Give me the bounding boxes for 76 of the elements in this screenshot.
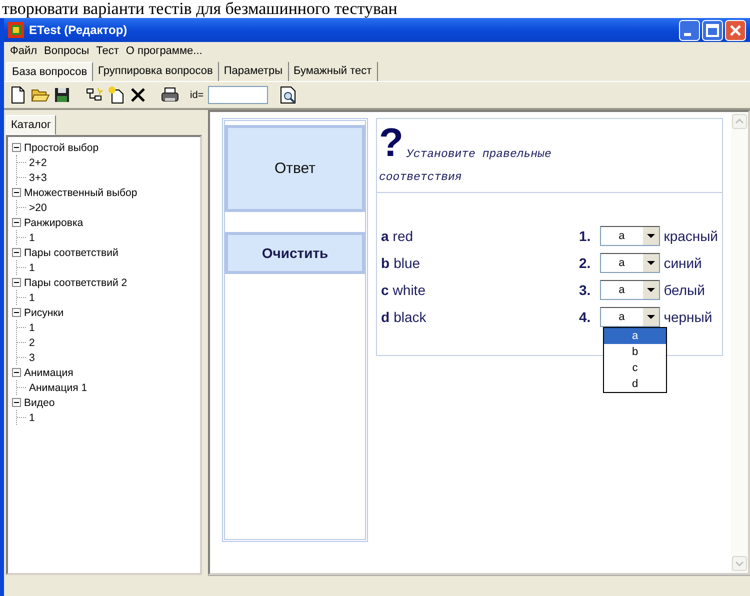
tree-item[interactable]: 1 [29,292,35,304]
tree-item[interactable]: Анимация 1 [29,382,88,394]
window-title: ETest (Редактор) [29,23,128,37]
document-caption: творювати варіанти тестів для безмашинного тестуван [1,0,398,18]
tab[interactable]: База вопросов [6,62,94,81]
tree-item[interactable]: >20 [29,202,47,214]
maximize-icon[interactable] [702,20,723,40]
tree-item[interactable]: Анимация [24,366,74,378]
id-field[interactable] [208,86,268,104]
tree-item[interactable]: 1 [29,262,35,274]
tree-item[interactable]: 1 [29,322,35,334]
option-letter: d [381,309,390,325]
menu-item[interactable]: Файл [10,45,38,57]
match-word: синий [664,255,702,271]
new-item-icon[interactable] [106,85,126,105]
answer-button[interactable]: Ответ [225,125,365,212]
answer-dropdown[interactable]: a [600,226,660,246]
match-word: белый [664,282,705,298]
tree-item[interactable]: Ранжировка [24,216,84,228]
match-number: 4. [579,309,591,325]
match-number: 1. [579,228,591,244]
tree-item[interactable]: Рисунки [24,306,64,318]
option-letter: a [381,228,389,244]
catalog-tab[interactable]: Каталог [6,115,56,135]
match-word: красный [664,228,718,244]
tree-item[interactable]: 2+2 [29,156,47,168]
menu-item[interactable]: Тест [96,45,119,57]
question-mark: ? [379,125,404,161]
tree-item[interactable]: Простой выбор [24,142,99,154]
tree-item[interactable]: 1 [29,232,35,244]
option-letter: c [381,282,389,298]
tree-item[interactable]: 3 [29,352,35,364]
dropdown-option[interactable]: d [604,376,666,392]
close-icon[interactable] [725,20,746,40]
collapse-icon[interactable] [12,398,21,407]
tab[interactable]: Параметры [218,62,288,81]
option-word: blue [394,255,420,271]
match-word: черный [664,309,712,325]
id-label: id= [190,90,204,100]
match-number: 2. [579,255,591,271]
collapse-icon[interactable] [12,308,21,317]
tree-item[interactable]: 2 [29,336,35,348]
tree-item[interactable]: Множественный выбор [24,186,138,198]
dropdown-option[interactable]: c [604,360,666,376]
clear-button[interactable]: Очистить [225,232,365,274]
collapse-icon[interactable] [12,368,21,377]
question-text: Установите правельные [406,148,552,161]
option-word: red [392,228,414,244]
dropdown-option[interactable]: a [604,328,666,344]
collapse-icon[interactable] [12,248,21,257]
tree-item[interactable]: Видео [24,396,55,408]
answer-dropdown[interactable]: a [600,253,660,273]
tree-item[interactable]: 3+3 [29,172,47,184]
tab[interactable]: Бумажный тест [288,62,378,81]
option-word: white [392,282,426,298]
app-logo-icon [8,22,24,38]
menu-item[interactable]: Вопросы [44,45,90,57]
match-number: 3. [579,282,591,298]
collapse-icon[interactable] [12,278,21,287]
tree-item[interactable]: Пары соответствий 2 [24,276,128,288]
option-word: black [394,309,426,325]
save-icon[interactable] [52,85,72,105]
tree-item[interactable]: 1 [29,412,35,424]
collapse-icon[interactable] [12,218,21,227]
dropdown-option[interactable]: b [604,344,666,360]
answer-dropdown[interactable]: a [600,280,660,300]
tab[interactable]: Группировка вопросов [93,62,219,81]
menu-item[interactable]: О программе... [126,45,202,57]
collapse-icon[interactable] [12,143,21,152]
tree-item[interactable]: Пары соответствий [24,246,118,258]
option-letter: b [381,255,390,271]
question-text: соответствия [379,171,463,184]
minimize-icon[interactable] [679,20,700,40]
answer-dropdown[interactable]: a [600,307,660,327]
preview-icon[interactable] [278,85,298,105]
collapse-icon[interactable] [12,188,21,197]
